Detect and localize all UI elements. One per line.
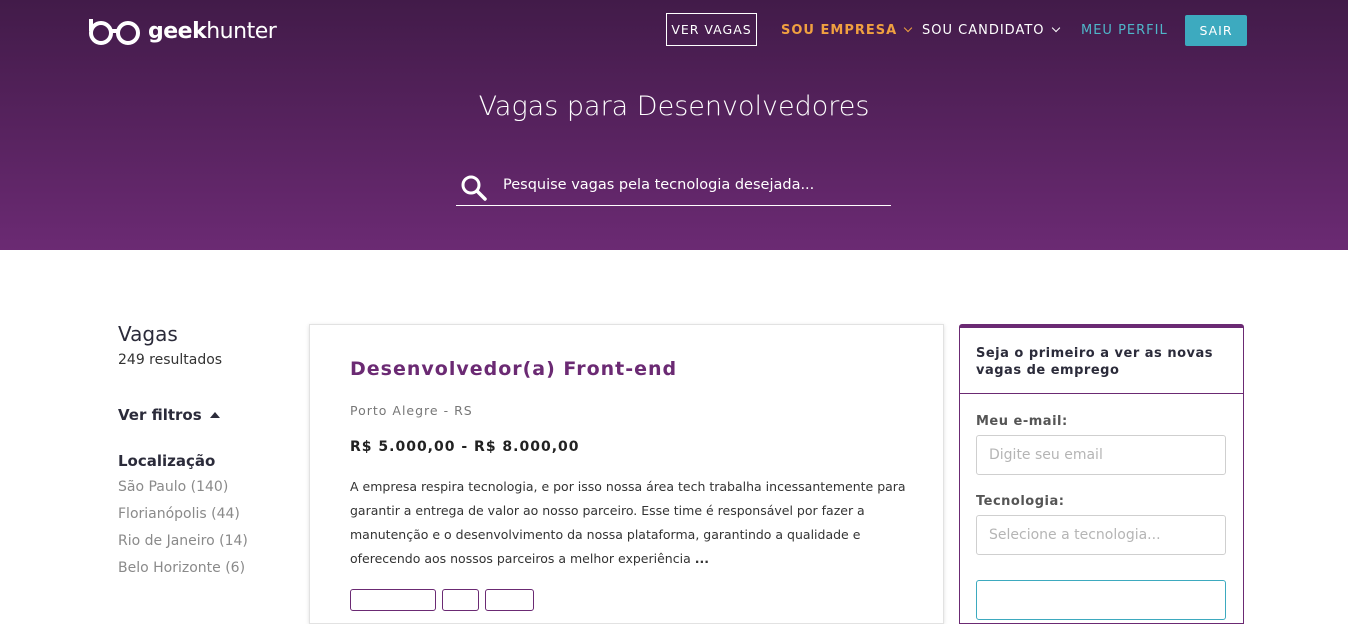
chevron-down-icon (1051, 23, 1060, 33)
results-count: 249 resultados (118, 352, 223, 368)
signup-submit-button[interactable] (976, 580, 1226, 620)
search-icon (461, 175, 487, 201)
read-more[interactable]: ... (695, 551, 709, 566)
tech-tag[interactable] (350, 589, 436, 611)
location-item[interactable]: Rio de Janeiro (14) (118, 528, 288, 555)
job-tags (350, 589, 534, 611)
search-placeholder: Pesquise vagas pela tecnologia desejada.… (503, 177, 815, 193)
location-filter-title: Localização (118, 452, 216, 470)
tech-tag[interactable] (442, 589, 479, 611)
top-nav: VER VAGAS SOU EMPRESA SOU CANDIDATO MEU … (0, 0, 1348, 60)
caret-up-icon (209, 412, 220, 418)
sair-button[interactable]: SAIR (1185, 15, 1247, 46)
location-item[interactable]: Florianópolis (44) (118, 501, 288, 528)
email-label: Meu e-mail: (976, 414, 1068, 429)
tech-tag[interactable] (485, 589, 534, 611)
sidebar: Vagas 249 resultados Ver filtros Localiz… (118, 322, 288, 582)
page-title: Vagas para Desenvolvedores (478, 91, 870, 122)
chevron-down-icon (903, 23, 913, 33)
sidebar-title: Vagas (118, 322, 178, 346)
job-title[interactable]: Desenvolvedor(a) Front-end (350, 358, 677, 380)
technology-label: Tecnologia: (976, 494, 1065, 509)
job-description: A empresa respira tecnologia, e por isso… (350, 479, 906, 566)
email-field[interactable]: Digite seu email (976, 435, 1226, 475)
ver-vagas-button[interactable]: VER VAGAS (666, 13, 757, 46)
signup-heading: Seja o primeiro a ver as novas vagas de … (960, 328, 1243, 394)
location-item[interactable]: São Paulo (140) (118, 474, 288, 501)
location-list: São Paulo (140) Florianópolis (44) Rio d… (118, 474, 288, 582)
search-input[interactable]: Pesquise vagas pela tecnologia desejada.… (456, 170, 891, 206)
job-alert-signup: Seja o primeiro a ver as novas vagas de … (959, 324, 1244, 624)
nav-meu-perfil[interactable]: MEU PERFIL (1081, 23, 1168, 38)
nav-sou-candidato[interactable]: SOU CANDIDATO (922, 23, 1060, 38)
location-item[interactable]: Belo Horizonte (6) (118, 555, 288, 582)
technology-select[interactable]: Selecione a tecnologia... (976, 515, 1226, 555)
toggle-filters-button[interactable]: Ver filtros (118, 406, 288, 424)
job-card[interactable]: Desenvolvedor(a) Front-end Porto Alegre … (309, 324, 944, 624)
nav-sou-empresa[interactable]: SOU EMPRESA (781, 23, 913, 38)
job-salary: R$ 5.000,00 - R$ 8.000,00 (350, 439, 580, 455)
job-location: Porto Alegre - RS (350, 403, 473, 418)
